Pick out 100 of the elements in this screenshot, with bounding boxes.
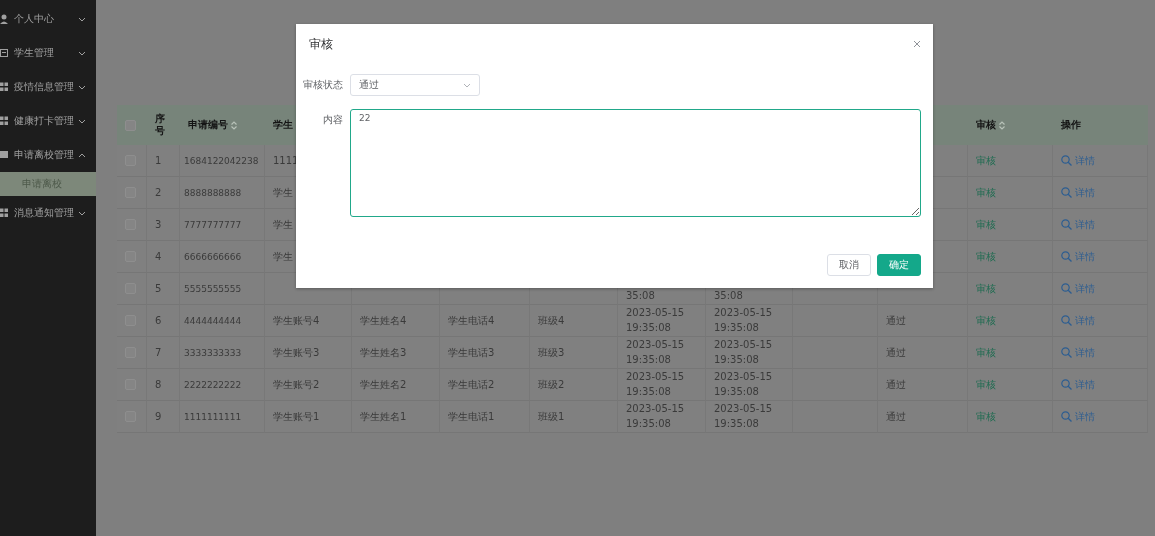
search-icon <box>1061 411 1072 422</box>
chevron-icon <box>463 82 471 88</box>
table-cell: 2023-05-15 19:35:08 <box>706 305 793 337</box>
table-cell: 2222222222 <box>180 369 265 401</box>
table-cell: 2023-05-15 19:35:08 <box>618 369 706 401</box>
table-cell: 学生账号3 <box>265 337 352 369</box>
dialog-title: 审核 <box>309 35 333 53</box>
table-cell: 班级2 <box>530 369 618 401</box>
sidebar-item[interactable]: 学生管理 <box>0 36 96 70</box>
book-icon <box>0 150 8 160</box>
table-cell: 学生姓名4 <box>352 305 440 337</box>
table-cell: 通过 <box>878 401 968 433</box>
grid-icon <box>0 208 8 218</box>
search-icon <box>1061 347 1072 358</box>
table-cell: 1 <box>147 145 180 177</box>
table-cell: 学生电话2 <box>440 369 530 401</box>
sidebar-item[interactable]: 健康打卡管理 <box>0 104 96 138</box>
detail-link[interactable]: 详情 <box>1061 376 1095 393</box>
detail-link[interactable]: 详情 <box>1061 248 1095 265</box>
search-icon <box>1061 251 1072 262</box>
table-cell: 3 <box>147 209 180 241</box>
table-cell: 7 <box>147 337 180 369</box>
table-cell: 9 <box>147 401 180 433</box>
table-cell: 学生账号2 <box>265 369 352 401</box>
table-cell: 学生电话3 <box>440 337 530 369</box>
audit-link[interactable]: 审核 <box>976 312 996 329</box>
table-cell: 3333333333 <box>180 337 265 369</box>
table-cell: 2023-05-15 19:35:08 <box>706 337 793 369</box>
sidebar-label: 疫情信息管理 <box>14 80 75 94</box>
table-cell: 8 <box>147 369 180 401</box>
audit-link[interactable]: 审核 <box>976 376 996 393</box>
table-cell: 1684122042238 <box>180 145 265 177</box>
audit-link[interactable]: 审核 <box>976 152 996 169</box>
table-cell: 2 <box>147 177 180 209</box>
table-cell: 1111111111 <box>180 401 265 433</box>
grid-icon <box>0 82 8 92</box>
sidebar-item[interactable]: 申请离校管理 <box>0 138 96 172</box>
sidebar-label: 健康打卡管理 <box>14 114 75 128</box>
table-cell: 通过 <box>878 369 968 401</box>
column-header: 审核 <box>976 118 996 132</box>
search-icon <box>1061 379 1072 390</box>
table-cell: 2023-05-15 19:35:08 <box>706 369 793 401</box>
table-cell: 学生电话1 <box>440 401 530 433</box>
detail-link[interactable]: 详情 <box>1061 408 1095 425</box>
table-cell: 学生账号4 <box>265 305 352 337</box>
sidebar-item[interactable]: 消息通知管理 <box>0 196 96 230</box>
audit-link[interactable]: 审核 <box>976 408 996 425</box>
cancel-button[interactable]: 取消 <box>827 254 871 276</box>
table-cell: 2023-05-15 19:35:08 <box>618 305 706 337</box>
column-header: 申请编号 <box>188 118 228 132</box>
table-cell: 6666666666 <box>180 241 265 273</box>
person-icon <box>0 14 8 24</box>
table-cell: 2023-05-15 19:35:08 <box>618 401 706 433</box>
confirm-button[interactable]: 确定 <box>877 254 921 276</box>
table-cell: 学生账号1 <box>265 401 352 433</box>
audit-link[interactable]: 审核 <box>976 216 996 233</box>
field-label: 内容 <box>322 113 344 127</box>
table-cell: 5555555555 <box>180 273 265 305</box>
content-field[interactable]: 22 <box>350 109 921 217</box>
sidebar-label: 学生管理 <box>14 46 55 60</box>
close-icon[interactable] <box>913 40 921 48</box>
column-header: 学生 <box>273 118 293 132</box>
audit-link[interactable]: 审核 <box>976 248 996 265</box>
search-icon <box>1061 283 1072 294</box>
sidebar-item[interactable]: 疫情信息管理 <box>0 70 96 104</box>
table-cell: 学生姓名1 <box>352 401 440 433</box>
table-cell: 学生电话4 <box>440 305 530 337</box>
table-cell: 通过 <box>878 305 968 337</box>
audit-link[interactable]: 审核 <box>976 280 996 297</box>
column-header: 序号 <box>155 113 166 137</box>
detail-link[interactable]: 详情 <box>1061 312 1095 329</box>
table-cell: 班级1 <box>530 401 618 433</box>
table-cell: 8888888888 <box>180 177 265 209</box>
detail-link[interactable]: 详情 <box>1061 184 1095 201</box>
sidebar-item[interactable]: 个人中心 <box>0 2 96 36</box>
field-label: 审核状态 <box>302 78 344 92</box>
table-cell: 5 <box>147 273 180 305</box>
detail-link[interactable]: 详情 <box>1061 152 1095 169</box>
search-icon <box>1061 219 1072 230</box>
search-icon <box>1061 315 1072 326</box>
sort-icon <box>231 120 237 130</box>
sidebar-label: 消息通知管理 <box>14 206 75 220</box>
sidebar-label: 个人中心 <box>14 12 55 26</box>
table-cell: 2023-05-15 19:35:08 <box>706 401 793 433</box>
detail-link[interactable]: 详情 <box>1061 216 1095 233</box>
table-header-cell[interactable]: 审核 <box>968 105 1053 145</box>
detail-link[interactable]: 详情 <box>1061 280 1095 297</box>
table-cell: 2023-05-15 19:35:08 <box>618 337 706 369</box>
audit-link[interactable]: 审核 <box>976 344 996 361</box>
sidebar-label: 申请离校管理 <box>14 148 75 162</box>
table-header-cell[interactable]: 申请编号 <box>180 105 265 145</box>
search-icon <box>1061 155 1072 166</box>
sort-icon <box>999 120 1005 130</box>
calendar-icon <box>0 48 8 58</box>
audit-link[interactable]: 审核 <box>976 184 996 201</box>
table-cell: 通过 <box>878 337 968 369</box>
detail-link[interactable]: 详情 <box>1061 344 1095 361</box>
table-cell: 4444444444 <box>180 305 265 337</box>
table-cell: 4 <box>147 241 180 273</box>
status-select[interactable]: 通过 <box>350 74 480 96</box>
